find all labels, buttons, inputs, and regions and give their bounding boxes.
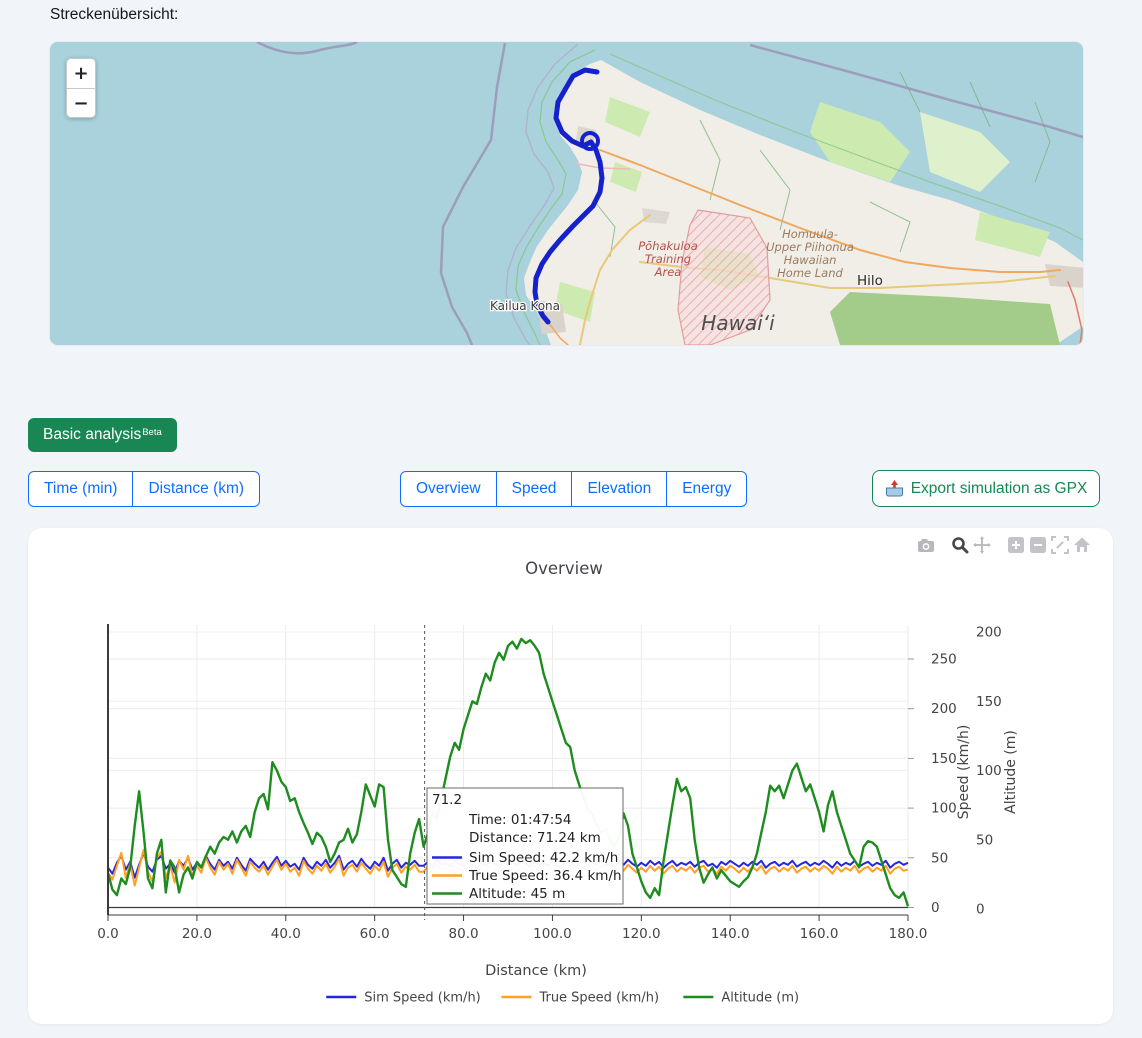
toggle-time-button[interactable]: Time (min): [28, 471, 133, 507]
svg-text:40.0: 40.0: [271, 926, 301, 942]
svg-text:20.0: 20.0: [182, 926, 212, 942]
x-axis-title: Distance (km): [485, 963, 587, 979]
svg-text:200: 200: [931, 701, 957, 717]
toggle-distance-button[interactable]: Distance (km): [132, 471, 260, 507]
page-title: Streckenübersicht:: [50, 6, 178, 24]
svg-text:71.2: 71.2: [432, 792, 462, 808]
route-map[interactable]: + −: [50, 42, 1083, 345]
map-label-hilo: Hilo: [857, 273, 883, 289]
speed-axis-labels: 0 50 100 150 200 250: [931, 652, 957, 917]
svg-text:Altitude (m): Altitude (m): [721, 991, 799, 1006]
beta-badge: Beta: [142, 428, 162, 438]
legend-item-2[interactable]: True Speed (km/h): [501, 991, 659, 1006]
svg-text:120.0: 120.0: [622, 926, 661, 942]
svg-text:0: 0: [931, 900, 940, 916]
svg-text:100: 100: [976, 763, 1002, 779]
chart-tab-group: Overview Speed Elevation Energy: [400, 471, 747, 507]
map-zoom-control: + −: [66, 58, 96, 118]
overview-chart[interactable]: Overview 0.0 20.0 40.0 60.0 80.0 100.0 120.0 140…: [28, 528, 1113, 1024]
chart-title: Overview: [525, 559, 603, 578]
svg-text:Altitude: 45 m: Altitude: 45 m: [469, 886, 565, 902]
svg-text:0: 0: [976, 902, 985, 918]
map-label-island: Hawaiʻi: [701, 311, 775, 335]
legend: Sim Speed (km/h) True Speed (km/h) Altitud…: [326, 991, 799, 1006]
map-zoom-in-button[interactable]: +: [66, 58, 96, 88]
reset-axes-home-icon[interactable]: [1071, 534, 1093, 556]
legend-item-1[interactable]: Sim Speed (km/h): [326, 991, 481, 1006]
svg-text:80.0: 80.0: [449, 926, 479, 942]
svg-text:Homuula-: Homuula-: [782, 227, 838, 241]
tab-overview[interactable]: Overview: [400, 471, 497, 507]
svg-text:160.0: 160.0: [800, 926, 839, 942]
basic-analysis-button[interactable]: Basic analysisBeta: [28, 418, 177, 452]
svg-text:Training: Training: [645, 252, 691, 266]
x-axis-toggle-group: Time (min) Distance (km): [28, 471, 260, 507]
svg-text:250: 250: [931, 652, 957, 668]
zoom-out-icon[interactable]: [1027, 534, 1049, 556]
svg-text:True Speed: 36.4 km/h: True Speed: 36.4 km/h: [468, 868, 622, 884]
svg-text:Sim Speed: 42.2 km/h: Sim Speed: 42.2 km/h: [469, 850, 618, 866]
svg-text:50: 50: [976, 832, 993, 848]
svg-text:50: 50: [931, 850, 948, 866]
svg-text:100: 100: [931, 801, 957, 817]
svg-text:100.0: 100.0: [533, 926, 572, 942]
map-label-kailua: Kailua Kona: [490, 299, 560, 313]
svg-text:200: 200: [976, 625, 1002, 641]
altitude-axis-title: Altitude (m): [1003, 730, 1019, 814]
svg-text:Time: 01:47:54: Time: 01:47:54: [468, 812, 572, 828]
tab-speed[interactable]: Speed: [496, 471, 573, 507]
svg-text:Hawaiian: Hawaiian: [784, 253, 837, 267]
map-zoom-out-button[interactable]: −: [66, 88, 96, 118]
svg-text:Distance: 71.24 km: Distance: 71.24 km: [469, 830, 601, 846]
svg-text:Pōhakuloa: Pōhakuloa: [638, 239, 698, 253]
export-gpx-button[interactable]: Export simulation as GPX: [872, 470, 1100, 507]
export-icon: [885, 480, 904, 497]
tab-elevation[interactable]: Elevation: [571, 471, 667, 507]
zoom-tool-icon[interactable]: [949, 534, 971, 556]
svg-text:True Speed (km/h): True Speed (km/h): [538, 991, 659, 1006]
speed-axis-title: Speed (km/h): [956, 725, 972, 820]
svg-text:150: 150: [976, 694, 1002, 710]
svg-text:60.0: 60.0: [360, 926, 390, 942]
svg-text:180.0: 180.0: [889, 926, 928, 942]
basic-analysis-label: Basic analysis: [43, 427, 141, 443]
camera-icon[interactable]: [915, 534, 937, 556]
svg-text:Area: Area: [654, 265, 682, 279]
legend-item-3[interactable]: Altitude (m): [683, 991, 799, 1006]
svg-text:Home Land: Home Land: [777, 266, 843, 280]
svg-text:Upper Piihonua: Upper Piihonua: [766, 240, 854, 254]
svg-text:0.0: 0.0: [97, 926, 118, 942]
map-canvas[interactable]: Kailua Kona Hilo Hawaiʻi Pōhakuloa Train…: [50, 42, 1083, 345]
svg-text:150: 150: [931, 751, 957, 767]
autoscale-icon[interactable]: [1049, 534, 1071, 556]
hover-tooltip: 71.2 Time: 01:47:54 Distance: 71.24 km Sim …: [427, 788, 623, 904]
tab-energy[interactable]: Energy: [666, 471, 747, 507]
svg-text:140.0: 140.0: [711, 926, 750, 942]
export-label: Export simulation as GPX: [911, 481, 1088, 497]
zoom-in-icon[interactable]: [1005, 534, 1027, 556]
x-axis-labels: 0.0 20.0 40.0 60.0 80.0 100.0 120.0 140.0 160.0 1…: [97, 926, 927, 942]
chart-card: Overview 0.0 20.0 40.0 60.0 80.0 100.0 120.0 140…: [28, 528, 1113, 1024]
plotly-modebar: [915, 534, 1093, 556]
pan-tool-icon[interactable]: [971, 534, 993, 556]
svg-text:Sim Speed (km/h): Sim Speed (km/h): [364, 991, 481, 1006]
altitude-axis-labels: 0 50 100 150 200: [976, 625, 1002, 918]
